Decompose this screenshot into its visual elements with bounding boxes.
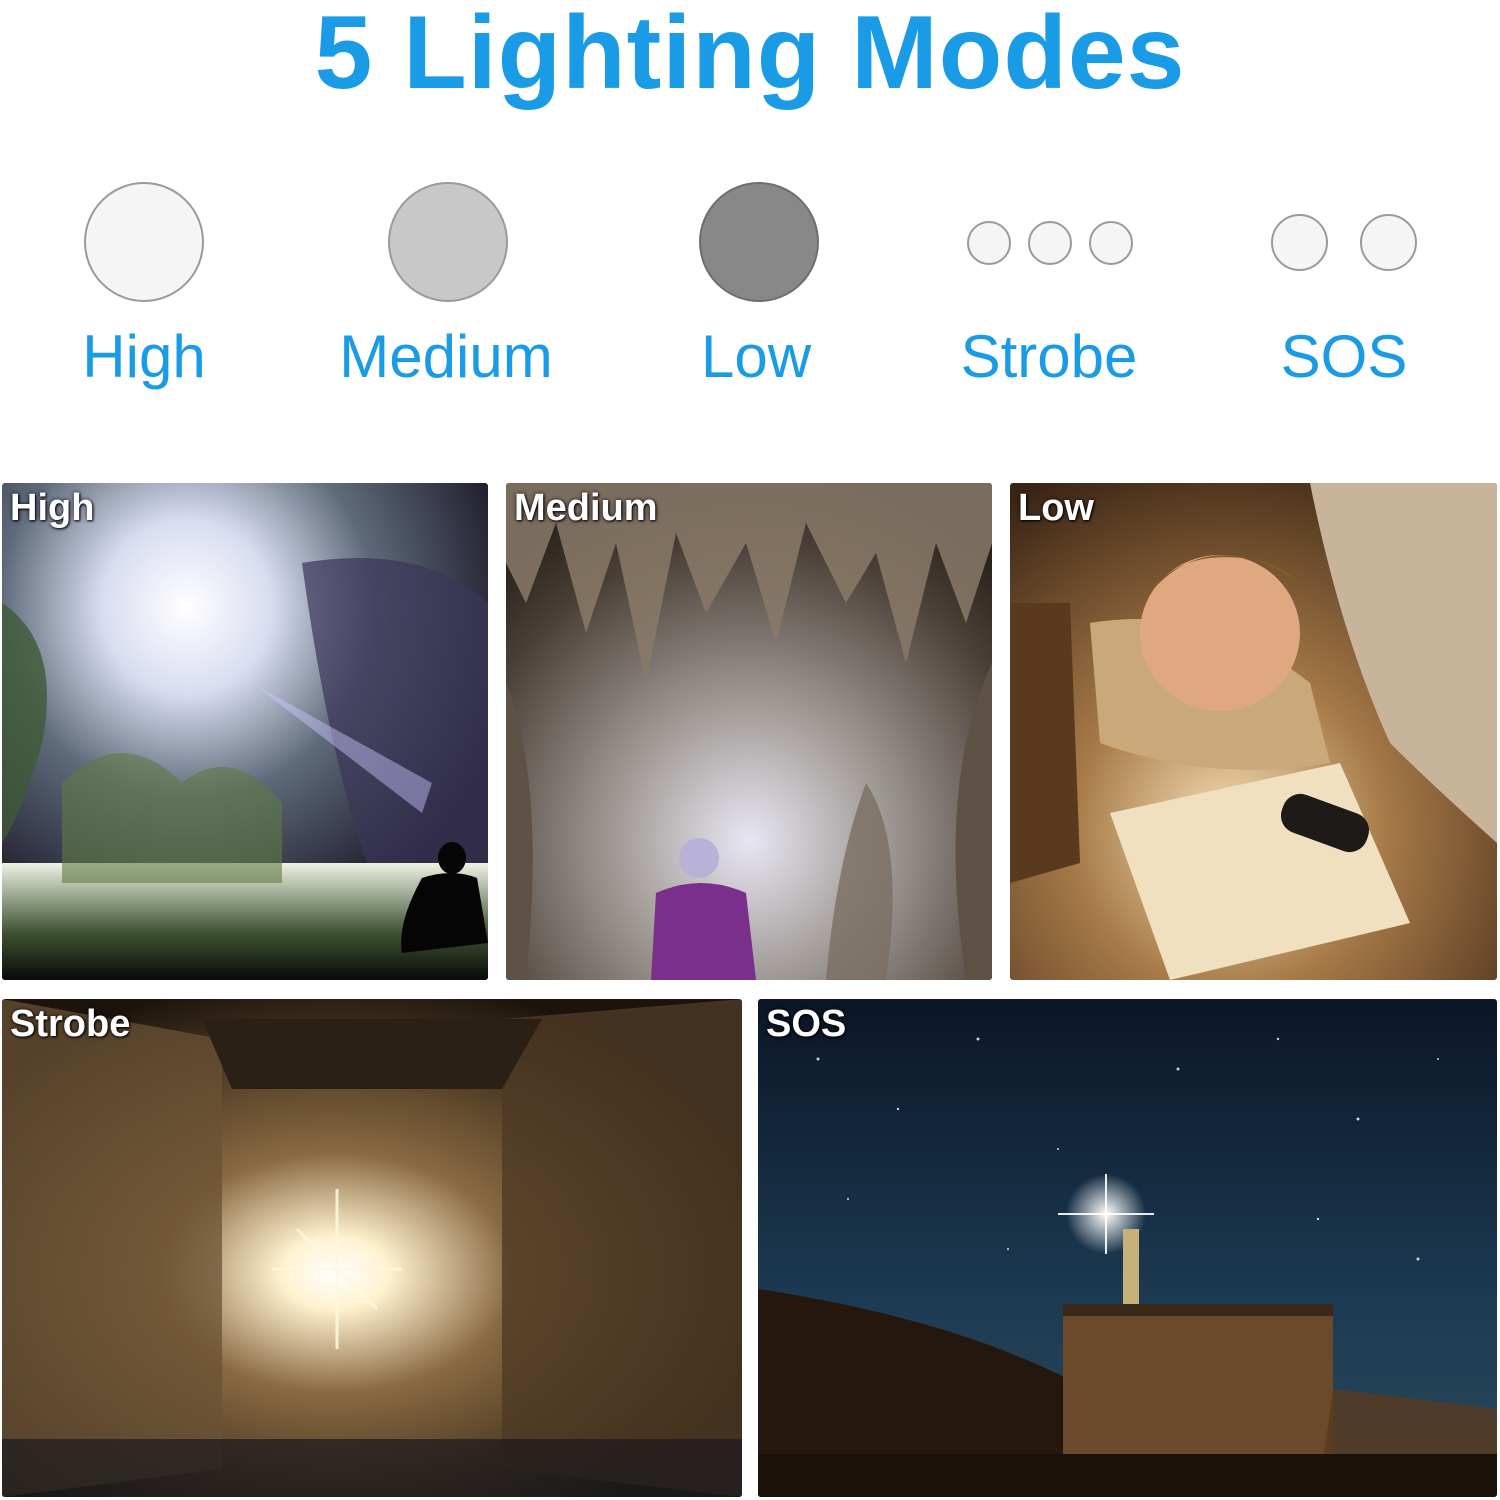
mode-label-low: Low (700, 323, 812, 390)
reading-child-image (1010, 483, 1497, 980)
photo-medium: Medium (506, 483, 992, 980)
mode-label-medium: Medium (339, 323, 553, 390)
photo-high: High (2, 483, 488, 980)
high-swatch-icon (84, 182, 204, 302)
sos-dot-icon (1271, 214, 1328, 271)
forest-scene-image (2, 483, 488, 980)
strobe-dot-icon (1028, 221, 1072, 265)
cave-scene-image (506, 483, 992, 980)
photo-label-medium: Medium (514, 487, 658, 529)
strobe-dot-icon (1089, 221, 1133, 265)
photo-strobe: Strobe (2, 999, 742, 1497)
medium-swatch-icon (388, 182, 508, 302)
tunnel-scene-image (2, 999, 742, 1497)
mode-label-high: High (82, 323, 206, 390)
mode-label-strobe: Strobe (960, 323, 1138, 390)
low-swatch-icon (699, 182, 819, 302)
mode-label-sos: SOS (1280, 323, 1408, 390)
photo-label-low: Low (1018, 487, 1094, 529)
photo-label-sos: SOS (766, 1003, 847, 1045)
strobe-dot-icon (967, 221, 1011, 265)
photo-sos: SOS (758, 999, 1497, 1497)
page-title: 5 Lighting Modes (314, 0, 1186, 111)
photo-low: Low (1010, 483, 1497, 980)
night-sky-image (758, 999, 1497, 1497)
photo-label-strobe: Strobe (10, 1003, 131, 1045)
sos-dot-icon (1360, 214, 1417, 271)
photo-label-high: High (10, 487, 95, 529)
